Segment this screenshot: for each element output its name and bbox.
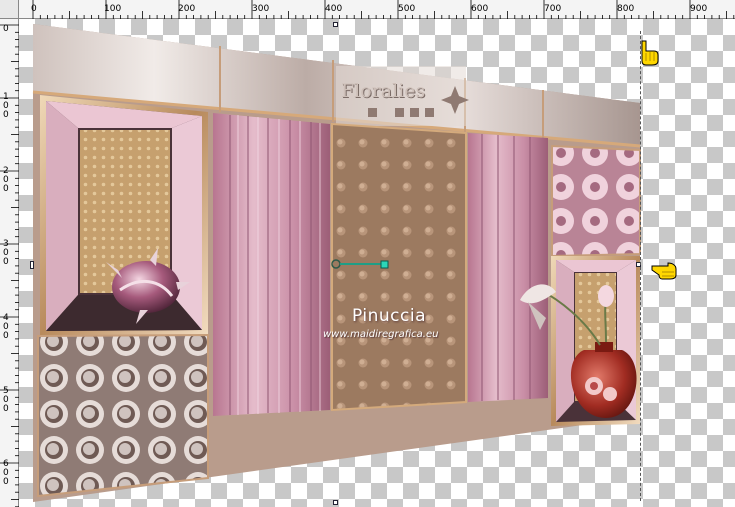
- ruler-label-700: 700: [544, 4, 561, 14]
- ruler-vlabel-0: 0: [3, 24, 9, 34]
- right-quilted-panel: [552, 146, 640, 256]
- right-stripe-column: [468, 133, 548, 402]
- ruler-label-200: 200: [178, 4, 195, 14]
- ruler-vertical-ticks: 0 100 200 300 400 500 600: [0, 24, 19, 507]
- banner-text: Floralies: [341, 80, 426, 102]
- svg-text:0: 0: [3, 404, 9, 414]
- canvas[interactable]: Floralies Pinuccia www.maidiregrafica.eu: [19, 19, 735, 507]
- handle-top-middle[interactable]: [333, 22, 338, 27]
- ruler-label-800: 800: [617, 4, 634, 14]
- ruler-corner: [0, 0, 19, 19]
- handle-left-middle[interactable]: [30, 261, 34, 269]
- svg-text:0: 0: [3, 331, 9, 341]
- ruler-label-300: 300: [252, 4, 269, 14]
- ruler-label-900: 900: [690, 4, 707, 14]
- ruler-label-600: 600: [471, 4, 488, 14]
- ruler-label-400: 400: [325, 4, 342, 14]
- ruler-vertical[interactable]: 0 100 200 300 400 500 600: [0, 19, 19, 507]
- svg-text:0: 0: [3, 257, 9, 267]
- svg-text:0: 0: [3, 110, 9, 120]
- ruler-label-500: 500: [398, 4, 415, 14]
- ruler-horizontal-ticks: 0 100 200 300 400 500 600 700 800 900: [31, 0, 735, 19]
- watermark-url: www.maidiregrafica.eu: [323, 329, 439, 340]
- ruler-label-0: 0: [31, 4, 37, 14]
- ruler-horizontal[interactable]: 0 100 200 300 400 500 600 700 800 900: [0, 0, 735, 19]
- svg-text:0: 0: [3, 184, 9, 194]
- svg-text:0: 0: [3, 477, 9, 487]
- hand-pointer-icon: [638, 39, 660, 71]
- left-quilted-panel: [38, 335, 208, 496]
- ruler-label-100: 100: [104, 4, 121, 14]
- hand-pointing-left-icon: [650, 260, 680, 286]
- watermark-text: Pinuccia: [352, 306, 426, 326]
- perspective-guide-line: [640, 31, 641, 501]
- center-dotted-column: [332, 124, 466, 410]
- handle-bottom-middle[interactable]: [333, 500, 338, 505]
